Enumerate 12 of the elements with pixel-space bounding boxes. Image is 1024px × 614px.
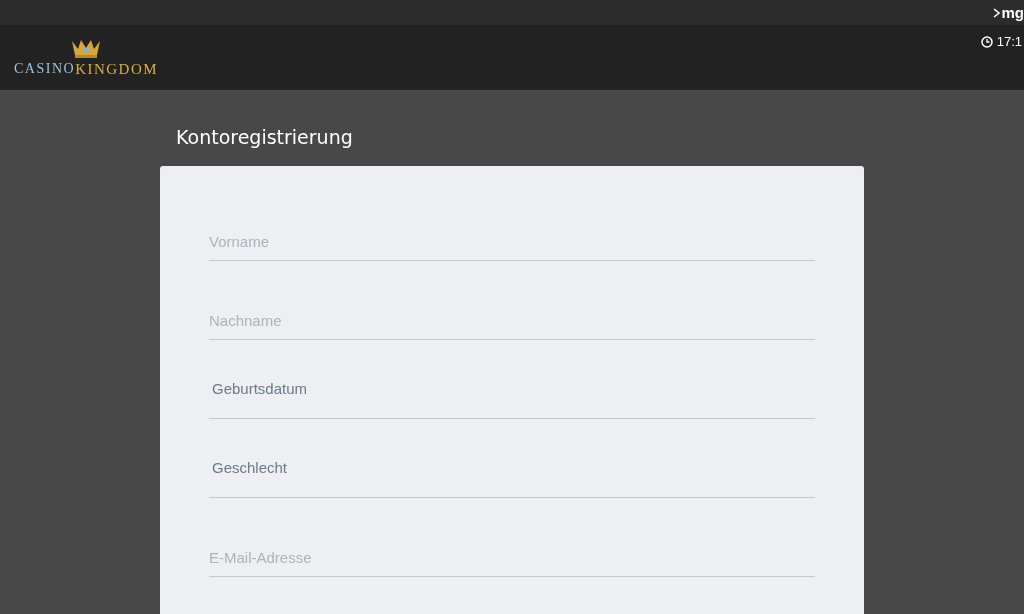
dropdown-field[interactable]: Geburtsdatum — [209, 356, 815, 419]
clock-icon — [980, 35, 993, 48]
brand-text: mg — [1001, 4, 1024, 21]
input-field[interactable]: Vorname — [209, 198, 815, 261]
page-title: Kontoregistrierung — [175, 125, 354, 150]
dropdown-field[interactable]: Geschlecht — [209, 435, 815, 498]
logo-text: KINGDOM — [75, 61, 159, 78]
logo-text: CASINO — [14, 61, 76, 78]
logo[interactable]: CASINOKINGDOM — [0, 25, 159, 90]
clock-time: 17:1 — [996, 34, 1022, 49]
input-field[interactable]: Nachname — [209, 277, 815, 340]
input-field[interactable]: E-Mail-Adresse — [209, 514, 815, 577]
